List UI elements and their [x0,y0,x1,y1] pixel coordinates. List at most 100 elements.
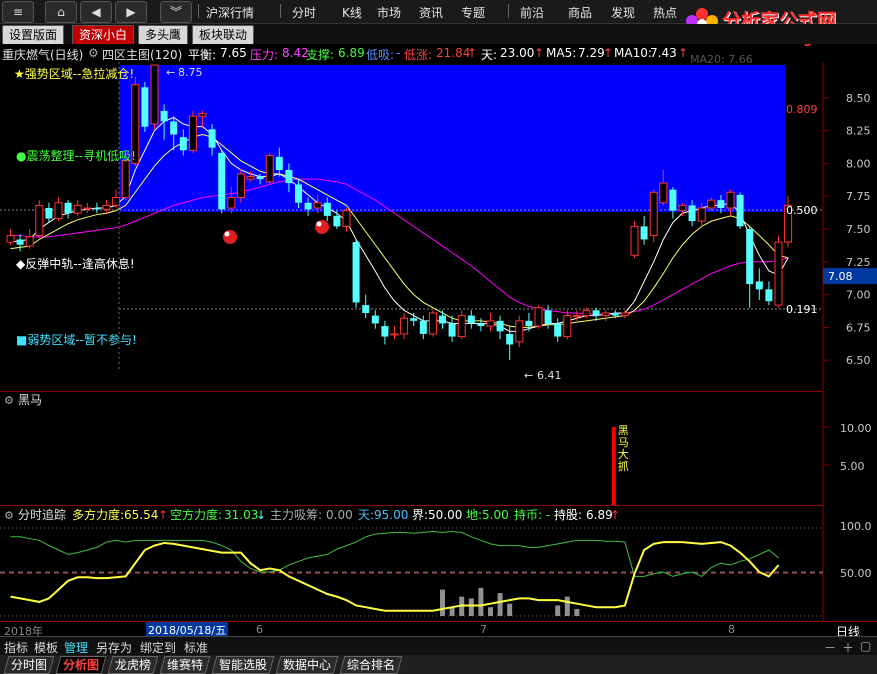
candle-body-up [54,202,63,219]
template-name[interactable]: 四区主图(120) [102,46,182,63]
indicator-button[interactable]: 指标 [4,639,28,656]
candle-body-up [342,210,351,227]
tab-dragon-tiger[interactable]: 龙虎榜 [107,656,159,674]
level-mid-label: 0.500 [786,204,818,217]
menu-button[interactable]: ≡ [2,1,34,23]
menu-topics[interactable]: 专题 [461,4,485,21]
candle-body-up [6,235,15,243]
panel-gear-icon[interactable]: ⚙ [4,509,14,522]
price-axis-label: 7.00 [846,289,871,302]
candle-body-down [333,215,341,227]
candle-body-up [601,312,610,317]
menu-icon: ≡ [12,5,24,19]
tab-overall-ranking[interactable]: 综合排名 [339,656,403,674]
candle-body-down [352,242,360,303]
menu-hot[interactable]: 热点 [653,4,677,21]
menu-intraday[interactable]: 分时 [292,4,316,21]
candle-body-up [227,197,236,209]
candle-body-down [381,326,389,337]
menu-market[interactable]: 市场 [377,4,401,21]
layout-tab-row: 设置版面 资深小白 多头鹰 板块联动 [0,24,877,44]
signal-ball-icon [315,220,329,234]
low-rise-value: 21.84 [436,46,471,60]
black-horse-panel[interactable]: ⚙ 黑马 10.00 5.00 黑马大抓 [0,392,877,506]
fullscreen-icon[interactable]: ▢ [860,639,871,653]
black-horse-signal-text: 黑马大抓 [618,424,629,473]
main-absorb-value: 0.00 [326,508,353,522]
current-price-label: 7.08 [828,270,853,283]
tab-data-center[interactable]: 数据中心 [275,656,339,674]
hold-coin-label: 持币: [514,507,542,522]
intraday-tracking-panel[interactable]: ⚙ 分时追踪 多方力度: 65.54 ↑ 空方力度: 31.03 ↓ 主力吸筹:… [0,506,877,621]
menu-kline[interactable]: K线 [342,4,362,21]
ground-label: 地: [466,508,482,522]
candle-body-up [35,204,44,237]
back-button[interactable]: ◀ [80,1,112,23]
tab-label: 分析图 [63,658,100,672]
candle-body-down [592,310,600,316]
candle-body-down [765,289,773,302]
candle-body-up [534,307,543,327]
candle-body-down [295,184,302,203]
tab-label: 综合排名 [347,658,396,672]
panel-gear-icon[interactable]: ⚙ [4,394,14,407]
candle-body-down [45,208,53,219]
multi-force-line [10,541,780,612]
absorb-bar [468,598,474,616]
bound-value: 50.00 [428,508,462,522]
candle-body-down [64,202,72,214]
candle-body-down [141,87,149,127]
sky-value: 95.00 [374,508,408,522]
candle-body-down [717,200,725,209]
bind-to-button[interactable]: 绑定到 [140,639,176,656]
candle-body-up [707,199,716,209]
candle-body-up [726,191,735,209]
candle-body-down [755,281,763,290]
main-absorb-label: 主力吸筹: [270,508,322,522]
collapse-button[interactable]: ︾ [160,1,192,23]
tab-intraday-chart[interactable]: 分时图 [3,656,55,674]
signal-ball-highlight [224,231,230,237]
menu-frontier[interactable]: 前沿 [520,4,544,21]
tab-smart-screener[interactable]: 智能选股 [211,656,275,674]
candle-body-down [439,315,446,324]
price-axis-label: 8.00 [846,157,871,170]
tab-label: 智能选股 [219,658,268,672]
price-axis-label: 7.75 [846,190,871,203]
save-as-button[interactable]: 另存为 [96,639,132,656]
pressure-label: 压力: [250,48,279,62]
tab-bull-eagle[interactable]: 多头鹰 [138,25,189,44]
candle-body-up [390,333,399,336]
tab-senior-beginner[interactable]: 资深小白 [72,25,135,44]
candle-body-up [246,176,255,180]
candle-body-up [582,309,591,317]
kline-chart[interactable]: 8.50 8.25 8.00 7.75 7.50 7.25 7.00 6.75 6.50 ← 8… [0,62,877,392]
home-button[interactable]: ⌂ [45,1,77,23]
candle-body-up [83,207,92,210]
forward-button[interactable]: ▶ [115,1,147,23]
zone-weak-label: ■弱势区域--暂不参与! [16,332,137,347]
template-button[interactable]: 模板 [34,639,58,656]
price-axis-label: 6.75 [846,321,871,334]
menu-discover[interactable]: 发现 [611,4,635,21]
menu-market-quotes[interactable]: 沪深行情 [206,4,254,21]
time-axis-mark: 7 [480,623,487,636]
forward-icon: ▶ [126,5,136,19]
tab-vesite[interactable]: 维赛特 [159,656,211,674]
candle-body-down [362,305,370,313]
multi-force-label: 多方力度: [72,507,124,522]
manage-button[interactable]: 管理 [64,639,88,656]
tab-sector-linkage[interactable]: 板块联动 [192,25,255,44]
candle-body-down [93,208,101,210]
zoom-out-icon[interactable]: － [824,639,836,656]
menu-commodity[interactable]: 商品 [568,4,592,21]
tab-analysis-chart[interactable]: 分析图 [55,656,107,674]
zone-shock-label: ●震荡整理--寻机低吸! [16,148,136,163]
candle-body-down [506,333,514,345]
standard-button[interactable]: 标准 [184,639,208,656]
tab-settings-layout[interactable]: 设置版面 [2,25,65,44]
zoom-in-icon[interactable]: ＋ [842,639,854,656]
menu-news[interactable]: 资讯 [419,4,443,21]
black-horse-signal-char: 大 [618,447,629,461]
settings-gear-icon[interactable]: ⚙ [88,46,99,60]
